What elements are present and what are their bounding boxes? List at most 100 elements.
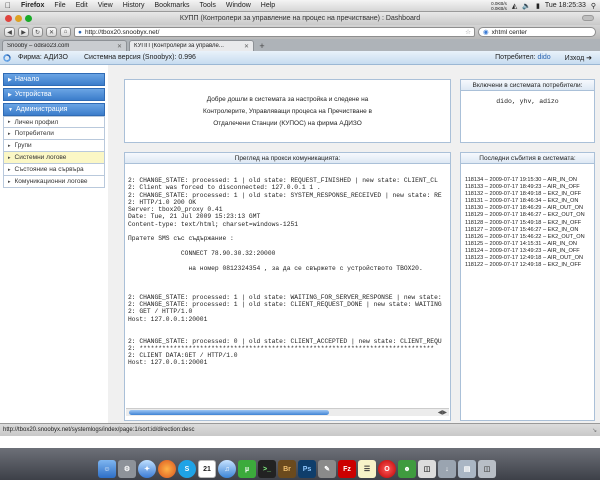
bookmark-star-icon[interactable]: ☆ [465, 28, 471, 36]
chevron-right-icon: ▸ [8, 154, 11, 161]
user-name-link[interactable]: dido [537, 54, 550, 61]
log-line: 2: HTTP/1.0 200 OK [128, 198, 197, 206]
close-window-button[interactable] [5, 15, 12, 22]
search-engine-icon[interactable]: ◉ [483, 28, 489, 36]
system-preferences-icon[interactable]: ⚙ [118, 460, 136, 478]
documents-stack-icon[interactable]: ▤ [458, 460, 476, 478]
sidebar-item-profile[interactable]: ▸ Личен профил [3, 116, 105, 128]
sidebar-item-devices[interactable]: ▶ Устройства [3, 88, 105, 101]
welcome-line: Отдалечени Станции (КУПОС) на фирма АДИЗ… [213, 119, 362, 127]
photoshop-icon[interactable]: Ps [298, 460, 316, 478]
stop-button[interactable]: ✕ [46, 27, 57, 37]
opera-icon[interactable]: O [378, 460, 396, 478]
search-box[interactable]: ◉ xhtml center [478, 27, 596, 37]
home-button[interactable]: ⌂ [60, 27, 71, 37]
event-row: 118134 – 2009-07-17 19:15:30 – AIR_IN_ON [465, 177, 577, 183]
utorrent-icon[interactable]: µ [238, 460, 256, 478]
window-title: КУПП (Контролери за управление на процес… [179, 15, 421, 22]
preview-icon[interactable]: ◫ [418, 460, 436, 478]
downloads-stack-icon[interactable]: ↓ [438, 460, 456, 478]
log-line: 2: GET / HTTP/1.0 [128, 308, 193, 316]
back-button[interactable]: ◀ [4, 27, 15, 37]
filezilla-icon[interactable]: Fz [338, 460, 356, 478]
sidebar-item-label: Устройства [14, 91, 52, 98]
menu-help[interactable]: Help [256, 2, 280, 9]
toolbar-toggle-button[interactable] [582, 15, 594, 21]
scrollbar-thumb[interactable] [129, 410, 329, 415]
coda-icon[interactable]: ✎ [318, 460, 336, 478]
terminal-icon[interactable]: >_ [258, 460, 276, 478]
sidebar-item-label: Администрация [15, 106, 68, 113]
firefox-icon[interactable] [158, 460, 176, 478]
sidebar-item-label: Потребители [14, 130, 54, 137]
sidebar-item-communication-logs[interactable]: ▸ Комуникационни логове [3, 176, 105, 188]
menu-file[interactable]: File [49, 2, 70, 9]
bridge-icon[interactable]: Br [278, 460, 296, 478]
menu-tools[interactable]: Tools [195, 2, 221, 9]
welcome-line: Добре дошли в системата за настройка и с… [206, 95, 369, 103]
logout-link[interactable]: Изход ➜ [565, 54, 592, 62]
menu-history[interactable]: History [118, 2, 150, 9]
skype-icon[interactable]: S [178, 460, 196, 478]
url-bar[interactable]: ● http://tbox20.snoobyx.net/ ☆ [74, 27, 475, 37]
panel-title: Включени в системата потребители: [461, 80, 594, 91]
close-tab-icon[interactable]: ✕ [244, 43, 249, 50]
apple-menu-icon[interactable]:  [0, 1, 16, 10]
log-line: Host: 127.0.0.1:20001 [128, 315, 208, 323]
event-row: 118131 – 2009-07-17 18:46:34 – EK2_IN_ON [465, 198, 579, 205]
sidebar-item-label: Системни логове [14, 154, 67, 161]
new-tab-button[interactable]: + [256, 40, 268, 51]
firm-label: Фирма: АДИЗО [18, 54, 68, 61]
sidebar-item-home[interactable]: ▶ Начало [3, 73, 105, 86]
chevron-right-icon: ▸ [8, 178, 11, 185]
chevron-right-icon: ▸ [8, 130, 11, 137]
scroll-arrows-icon[interactable]: ◀▶ [438, 409, 447, 416]
menu-bookmarks[interactable]: Bookmarks [150, 2, 195, 9]
trash-icon[interactable]: ◫ [478, 460, 496, 478]
event-row: 118125 – 2009-07-17 14:15:31 – AIR_IN_ON [465, 240, 577, 247]
sidebar-item-administration[interactable]: ▼ Администрация [3, 103, 105, 116]
panel-title: Последни събития в системата: [461, 153, 594, 164]
menu-view[interactable]: View [93, 2, 118, 9]
sidebar-item-server-status[interactable]: ▸ Състояние на сървъра [3, 164, 105, 176]
resize-grip-icon[interactable]: ↘ [592, 427, 600, 434]
log-line: Пратете SMS със съдържание : [128, 235, 234, 243]
sidebar-item-groups[interactable]: ▸ Групи [3, 140, 105, 152]
spotlight-icon[interactable]: ⚲ [591, 2, 596, 10]
finder-icon[interactable]: ☺ [98, 460, 116, 478]
window-titlebar[interactable]: КУПП (Контролери за управление на процес… [0, 12, 600, 25]
menu-window[interactable]: Window [221, 2, 256, 9]
welcome-panel: Добре дошли в системата за настройка и с… [124, 79, 451, 143]
itunes-icon[interactable]: ♫ [218, 460, 236, 478]
clock[interactable]: Tue 18:25:33 [545, 2, 586, 9]
tab-snooby[interactable]: Snooby – odisio23.com ✕ [2, 40, 127, 51]
menu-app-firefox[interactable]: Firefox [16, 2, 49, 9]
battery-icon[interactable]: ▮ [536, 2, 540, 10]
sidebar-item-users[interactable]: ▸ Потребители [3, 128, 105, 140]
minimize-window-button[interactable] [15, 15, 22, 22]
menu-edit[interactable]: Edit [71, 2, 93, 9]
adium-icon[interactable]: ☻ [398, 460, 416, 478]
logged-users-panel: Включени в системата потребители: dido, … [460, 79, 595, 143]
close-tab-icon[interactable]: ✕ [117, 43, 122, 50]
safari-icon[interactable]: ✦ [138, 460, 156, 478]
log-line: 2: Client was forced to disconnected: 12… [128, 184, 321, 192]
proxy-log[interactable]: 2: CHANGE_STATE: processed: 1 | old stat… [128, 177, 447, 407]
wifi-icon[interactable]: ◭ [512, 2, 517, 10]
tab-kupp-dashboard[interactable]: КУПП (Контролери за управле... ✕ [129, 40, 254, 51]
reload-button[interactable]: ↻ [32, 27, 43, 37]
navigation-toolbar: ◀ ▶ ↻ ✕ ⌂ ● http://tbox20.snoobyx.net/ ☆… [0, 25, 600, 39]
forward-button[interactable]: ▶ [18, 27, 29, 37]
horizontal-scrollbar[interactable]: ◀▶ [126, 408, 449, 416]
log-line: 2: CHANGE_STATE: processed: 1 | old stat… [128, 177, 438, 184]
sidebar: ▶ Начало ▶ Устройства ▼ Администрация ▸ … [3, 73, 105, 188]
sidebar-item-label: Групи [14, 142, 32, 149]
calendar-icon[interactable]: 21 [198, 460, 216, 478]
app-logo-icon [3, 53, 11, 62]
volume-icon[interactable]: 🔈 [522, 2, 531, 10]
textedit-icon[interactable]: ☰ [358, 460, 376, 478]
sidebar-item-system-logs[interactable]: ▸ Системни логове [3, 152, 105, 164]
zoom-window-button[interactable] [25, 15, 32, 22]
